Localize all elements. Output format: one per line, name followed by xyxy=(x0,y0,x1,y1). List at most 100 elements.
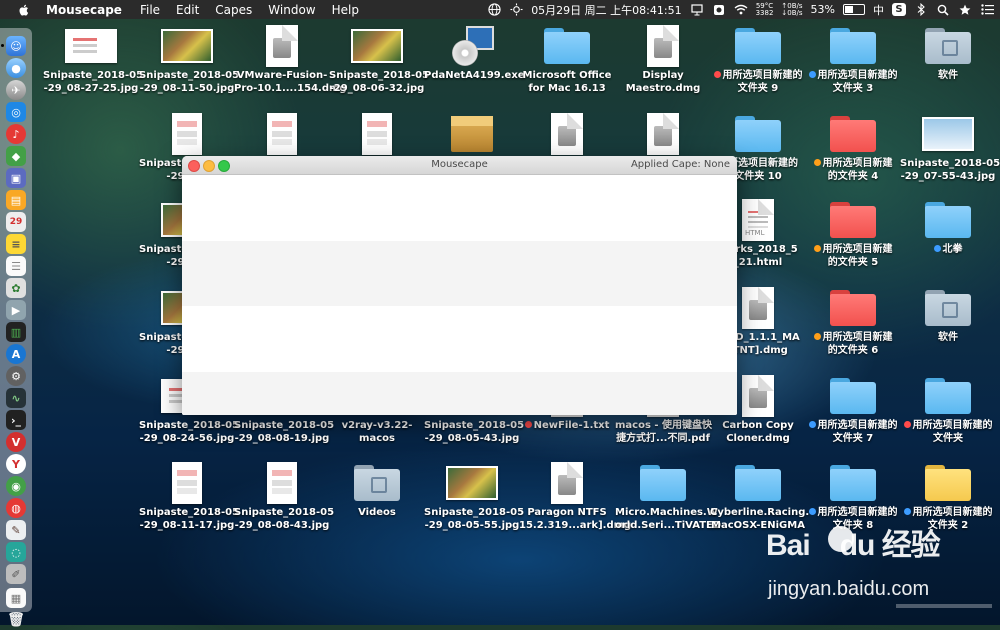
desktop-item[interactable]: 用所选项目新建 的文件夹 6 xyxy=(805,286,901,357)
monitor-icon[interactable] xyxy=(690,3,704,17)
desktop-item[interactable]: Snipaste_2018-05 -29_08-05-55.jpg xyxy=(424,461,524,532)
network-monitor[interactable]: ↑0B/s ↓0B/s xyxy=(781,2,802,17)
brightness-icon[interactable] xyxy=(509,3,523,17)
photos-icon[interactable]: ✿ xyxy=(6,278,26,298)
desktop-item[interactable]: Snipaste_2018-05 -29_08-06-32.jpg xyxy=(329,24,429,95)
system-preferences-icon[interactable]: ⚙ xyxy=(6,366,26,386)
reminders-icon[interactable]: ☰ xyxy=(6,256,26,276)
desktop-item[interactable]: 用所选项目新建 的文件夹 5 xyxy=(805,198,901,269)
trash-icon[interactable]: 🗑 xyxy=(6,610,26,630)
finder-icon[interactable]: ☺ xyxy=(6,36,26,56)
desktop-item[interactable]: 软件 xyxy=(900,286,996,345)
launchpad-icon[interactable]: ✈ xyxy=(6,80,26,100)
vivaldi-icon[interactable]: V xyxy=(6,432,26,452)
desktop-item[interactable]: Paragon NTFS 15.2.319...ark].dmg xyxy=(519,461,631,532)
desktop-item[interactable]: Microsoft Office for Mac 16.13 xyxy=(519,24,615,95)
desktop-item[interactable]: 用所选项目新建的 文件夹 3 xyxy=(805,24,901,95)
icon-part xyxy=(452,26,494,66)
desktop-item[interactable]: 软件 xyxy=(900,24,996,83)
status-area: 05月29日 周二 上午08:41:51 59°C 3382 ↑0B/s ↓0B… xyxy=(487,0,994,19)
menu-help[interactable]: Help xyxy=(332,3,359,17)
desktop-item[interactable] xyxy=(424,112,520,156)
desktop-item[interactable]: Micro.Machines.W orld.Seri...TiVATED xyxy=(615,461,721,532)
input-source-icon[interactable]: S xyxy=(892,3,906,16)
desktop-item-text: Snipaste_2018-05 -29_08-11-17.jpg xyxy=(139,507,240,531)
desktop-item[interactable]: Snipaste_2018-05 -29_08-08-43.jpg xyxy=(234,461,334,532)
favorites-star-icon[interactable] xyxy=(958,3,972,17)
globe-icon[interactable] xyxy=(487,3,501,17)
desktop-item[interactable]: Videos xyxy=(329,461,425,520)
desktop-item-label: Micro.Machines.W orld.Seri...TiVATED xyxy=(615,507,721,532)
downloads-stack-icon[interactable]: ▦ xyxy=(6,588,26,608)
app-status-icon[interactable] xyxy=(712,3,726,17)
facetime-icon[interactable]: ▶ xyxy=(6,300,26,320)
desktop-item[interactable] xyxy=(519,112,615,156)
weibo-icon[interactable]: ◍ xyxy=(6,498,26,518)
textedit-icon[interactable]: ✎ xyxy=(6,520,26,540)
safari-icon[interactable]: ◎ xyxy=(6,102,26,122)
app-store-icon[interactable]: A xyxy=(6,344,26,364)
datetime[interactable]: 05月29日 周二 上午08:41:51 xyxy=(531,2,681,18)
desktop-item[interactable] xyxy=(329,112,425,156)
script-editor-icon[interactable]: ✐ xyxy=(6,564,26,584)
battery-percent[interactable]: 53% xyxy=(811,3,835,16)
menu-edit[interactable]: Edit xyxy=(176,3,199,17)
desktop-item[interactable]: Snipaste_2018-05 -29_08-11-17.jpg xyxy=(139,461,239,532)
dock: ☺ ● ✈ ◎ ♪ ◆ ▣ ▤ 29 ≡ ☰ ✿ ▶ ▥ A ⚙ ∿ ›_ V … xyxy=(0,28,32,628)
contacts-icon[interactable]: ▤ xyxy=(6,190,26,210)
cape-row[interactable] xyxy=(182,175,737,241)
desktop-item[interactable]: Snipaste_2018-05 -29_08-11-50.jpg xyxy=(139,24,239,95)
siri-icon[interactable]: ● xyxy=(6,58,26,78)
cape-row[interactable] xyxy=(182,240,737,306)
desktop-item-text: 用所选项目新建的 文件夹 9 xyxy=(722,70,803,94)
desktop-item[interactable]: 用所选项目新建的 文件夹 7 xyxy=(805,374,901,445)
icon-part xyxy=(830,378,876,414)
desktop-item[interactable]: Display Maestro.dmg xyxy=(615,24,711,95)
screenshot-app-icon[interactable]: ◌ xyxy=(6,542,26,562)
desktop-item[interactable]: Snipaste_2018-05 -29_08-27-25.jpg xyxy=(43,24,143,95)
app-menu[interactable]: Mousecape xyxy=(46,3,122,17)
menu-file[interactable]: File xyxy=(140,3,160,17)
wechat-icon[interactable]: ◉ xyxy=(6,476,26,496)
cape-row[interactable] xyxy=(182,306,737,372)
cape-row[interactable] xyxy=(182,371,737,415)
preview-icon[interactable]: ▣ xyxy=(6,168,26,188)
mousecape-window[interactable]: Mousecape Applied Cape: None xyxy=(182,156,737,415)
icon-part xyxy=(830,382,876,414)
icon-part xyxy=(748,211,768,213)
desktop-item[interactable]: 用所选项目新建 的文件夹 4 xyxy=(805,112,901,183)
desktop-item[interactable]: Snipaste_2018-05 -29_07-55-43.jpg xyxy=(900,112,1000,183)
netease-music-icon[interactable]: ♪ xyxy=(6,124,26,144)
apple-menu-icon[interactable] xyxy=(16,3,32,17)
bluetooth-icon[interactable] xyxy=(914,3,928,17)
desktop-item[interactable]: 北拳 xyxy=(900,198,996,257)
cpu-monitor[interactable]: 59°C 3382 xyxy=(756,2,774,17)
desktop-item[interactable]: 用所选项目新建的 文件夹 xyxy=(900,374,996,445)
desktop-item[interactable] xyxy=(234,112,330,156)
search-icon[interactable] xyxy=(936,3,950,17)
desktop-item-label: NewFile-1.txt xyxy=(519,420,615,433)
wifi-icon[interactable] xyxy=(734,3,748,17)
cape-list[interactable] xyxy=(182,175,737,415)
desktop-item[interactable]: VMware-Fusion- Pro-10.1....154.dmg xyxy=(234,24,347,95)
console-icon[interactable]: ∿ xyxy=(6,388,26,408)
yandex-icon[interactable]: Y xyxy=(6,454,26,474)
blue-folder-icon xyxy=(732,112,784,156)
menu-window[interactable]: Window xyxy=(268,3,315,17)
terminal-icon[interactable]: ›_ xyxy=(6,410,26,430)
battery-icon[interactable] xyxy=(843,4,865,15)
notification-center-icon[interactable] xyxy=(980,3,994,17)
window-titlebar[interactable]: Mousecape Applied Cape: None xyxy=(182,156,737,175)
activity-monitor-icon[interactable]: ▥ xyxy=(6,322,26,342)
calendar-icon[interactable]: 29 xyxy=(6,212,26,232)
menu-capes[interactable]: Capes xyxy=(215,3,252,17)
desktop-item-label: Snipaste_2018-05 -29_08-05-43.jpg xyxy=(424,420,524,445)
desktop-item[interactable]: 用所选项目新建的 文件夹 9 xyxy=(710,24,806,95)
desktop-item-label: 软件 xyxy=(900,70,996,83)
android-icon[interactable]: ◆ xyxy=(6,146,26,166)
desktop-item[interactable] xyxy=(615,112,711,156)
desktop-item[interactable]: PdaNetA4199.exe xyxy=(424,24,525,83)
notes-icon[interactable]: ≡ xyxy=(6,234,26,254)
input-method-indicator[interactable]: 中 xyxy=(873,2,884,18)
desktop-item-label: 用所选项目新建的 文件夹 xyxy=(900,420,996,445)
